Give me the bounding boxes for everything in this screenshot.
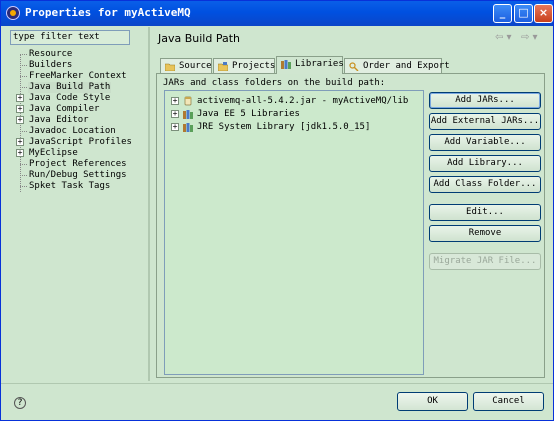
source-folder-icon [165, 63, 175, 71]
sidebar-item-label: Project References [29, 159, 127, 169]
library-label: activemq-all-5.4.2.jar - myActiveMQ/lib [197, 96, 409, 106]
title-bar[interactable]: Properties for myActiveMQ _ □ × [1, 1, 553, 26]
library-icon [183, 123, 193, 132]
tree-connector [20, 186, 27, 187]
sidebar-item-label: Resource [29, 49, 73, 59]
filter-input[interactable]: type filter text [10, 30, 130, 45]
expand-icon[interactable]: + [16, 138, 24, 146]
order-export-icon [349, 62, 359, 71]
tree-connector [20, 131, 27, 132]
sidebar-item-resource[interactable]: Resource [9, 49, 149, 60]
sidebar-item-label: JavaScript Profiles [29, 137, 132, 147]
sidebar: type filter text Resource Builders FreeM… [7, 27, 147, 381]
sidebar-item-builders[interactable]: Builders [9, 60, 149, 71]
sidebar-item-label: Run/Debug Settings [29, 170, 127, 180]
footer-divider [1, 383, 553, 384]
tab-libraries[interactable]: Libraries [276, 56, 344, 74]
tree-connector [20, 65, 27, 66]
add-variable-button[interactable]: Add Variable... [429, 134, 541, 151]
help-icon[interactable]: ? [14, 397, 26, 409]
cancel-button[interactable]: Cancel [473, 392, 544, 411]
add-library-button[interactable]: Add Library... [429, 155, 541, 172]
library-icon [183, 110, 193, 119]
library-label: Java EE 5 Libraries [197, 109, 300, 119]
sidebar-item-java-code-style[interactable]: + Java Code Style [9, 93, 149, 104]
sidebar-item-label: Builders [29, 60, 73, 70]
sidebar-item-freemarker-context[interactable]: FreeMarker Context [9, 71, 149, 82]
tree-connector [20, 164, 27, 165]
sidebar-item-java-editor[interactable]: + Java Editor [9, 115, 149, 126]
sidebar-item-run-debug-settings[interactable]: Run/Debug Settings [9, 170, 149, 181]
tab-label: Projects [232, 61, 276, 71]
expand-icon[interactable]: + [16, 94, 24, 102]
expand-icon[interactable]: + [16, 105, 24, 113]
tree-connector [20, 54, 27, 55]
sidebar-item-javadoc-location[interactable]: Javadoc Location [9, 126, 149, 137]
sidebar-item-label: Java Code Style [29, 93, 111, 103]
tree-connector [20, 175, 27, 176]
ok-button[interactable]: OK [397, 392, 468, 411]
expand-icon[interactable]: + [171, 97, 179, 105]
tab-label: Libraries [295, 59, 344, 69]
eclipse-icon [6, 6, 20, 20]
sidebar-item-myeclipse[interactable]: + MyEclipse [9, 148, 149, 159]
tree-connector [20, 87, 27, 88]
list-label: JARs and class folders on the build path… [163, 78, 386, 88]
maximize-button[interactable]: □ [514, 4, 533, 23]
add-class-folder-button[interactable]: Add Class Folder... [429, 176, 541, 193]
tab-source[interactable]: Source [160, 58, 212, 73]
close-button[interactable]: × [534, 4, 553, 23]
edit-button[interactable]: Edit... [429, 204, 541, 221]
migrate-jar-file-button[interactable]: Migrate JAR File... [429, 253, 541, 270]
panel-sash[interactable] [148, 27, 150, 381]
jar-icon [184, 96, 192, 106]
expand-icon[interactable]: + [16, 116, 24, 124]
tab-label: Source [179, 61, 212, 71]
libraries-icon [281, 60, 291, 69]
add-external-jars-button[interactable]: Add External JARs... [429, 113, 541, 130]
tab-order-and-export[interactable]: Order and Export [344, 58, 450, 73]
expand-icon[interactable]: + [171, 123, 179, 131]
back-button[interactable]: ⇦ ▾ [495, 32, 512, 43]
library-list[interactable]: + activemq-all-5.4.2.jar - myActiveMQ/li… [164, 90, 424, 375]
properties-dialog: Properties for myActiveMQ _ □ × type fil… [0, 0, 554, 421]
expand-icon[interactable]: + [171, 110, 179, 118]
tree-connector [20, 76, 27, 77]
remove-button[interactable]: Remove [429, 225, 541, 242]
sidebar-item-label: Javadoc Location [29, 126, 116, 136]
sidebar-item-label: Java Build Path [28, 82, 112, 93]
sidebar-item-label: Java Compiler [29, 104, 100, 114]
sidebar-item-javascript-profiles[interactable]: + JavaScript Profiles [9, 137, 149, 148]
expand-icon[interactable]: + [16, 149, 24, 157]
sidebar-item-label: FreeMarker Context [29, 71, 127, 81]
sidebar-item-project-references[interactable]: Project References [9, 159, 149, 170]
sidebar-item-label: Java Editor [29, 115, 89, 125]
projects-icon [218, 62, 228, 71]
sidebar-item-label: MyEclipse [29, 148, 78, 158]
forward-button[interactable]: ⇨ ▾ [521, 32, 538, 43]
sidebar-item-java-compiler[interactable]: + Java Compiler [9, 104, 149, 115]
library-label: JRE System Library [jdk1.5.0_15] [197, 122, 371, 132]
page-title: Java Build Path [158, 32, 241, 45]
window-title: Properties for myActiveMQ [25, 6, 191, 19]
sidebar-item-spket-task-tags[interactable]: Spket Task Tags [9, 181, 149, 192]
add-jars-button[interactable]: Add JARs... [429, 92, 541, 109]
tab-projects[interactable]: Projects [213, 58, 275, 73]
sidebar-item-java-build-path[interactable]: Java Build Path [9, 82, 149, 93]
minimize-button[interactable]: _ [493, 4, 512, 23]
tab-label: Order and Export [363, 61, 450, 71]
sidebar-item-label: Spket Task Tags [29, 181, 111, 191]
